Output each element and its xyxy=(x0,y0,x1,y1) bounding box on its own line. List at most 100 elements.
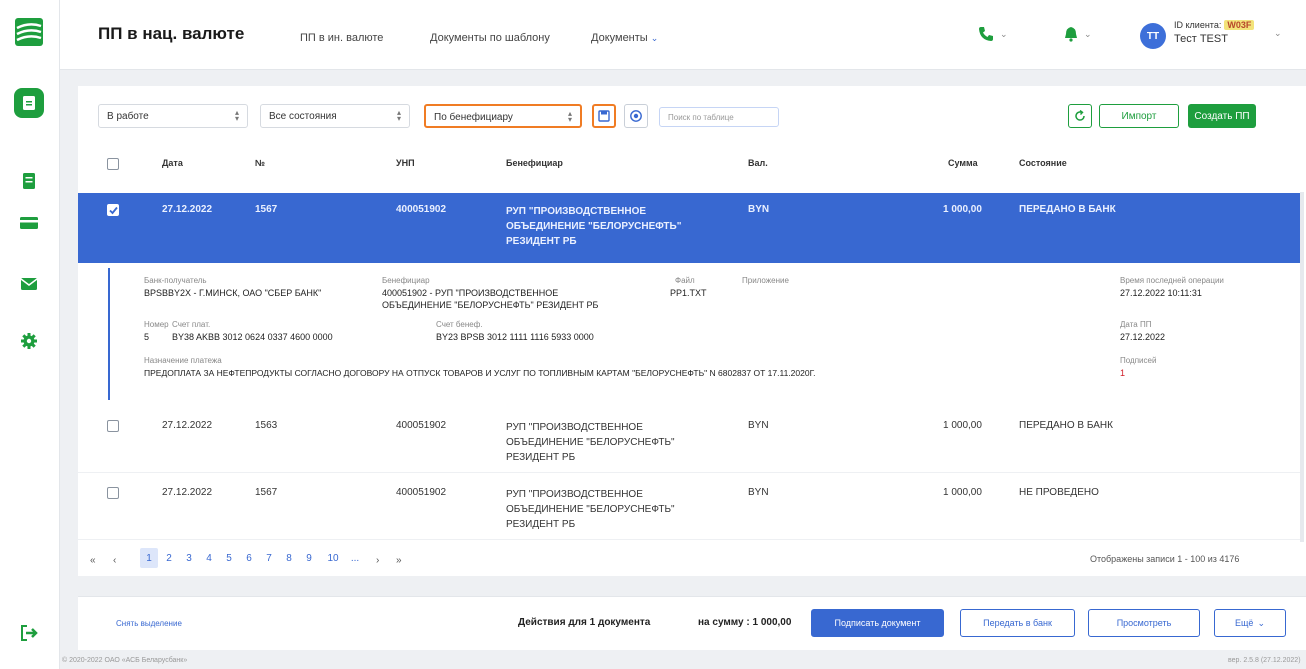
row-unp: 400051902 xyxy=(396,487,447,498)
records-shown: Отображены записи 1 - 100 из 4176 xyxy=(1090,554,1240,564)
more-button[interactable]: Ещё ⌄ xyxy=(1214,609,1286,637)
col-number[interactable]: № xyxy=(255,158,265,168)
page-ellipsis[interactable]: ... xyxy=(346,548,364,568)
detail-bank-label: Банк-получатель xyxy=(144,276,207,285)
table-scrollbar[interactable] xyxy=(1300,192,1304,542)
refresh-button[interactable] xyxy=(1068,104,1092,128)
chevron-down-icon: ⌄ xyxy=(1000,28,1008,39)
detail-benef-value-1: 400051902 - РУП "ПРОИЗВОДСТВЕННОЕ xyxy=(382,288,559,298)
notifications-menu[interactable]: ⌄ xyxy=(1064,26,1092,42)
row-checkbox[interactable] xyxy=(107,420,119,432)
mail-nav-icon[interactable] xyxy=(18,273,40,295)
col-state[interactable]: Состояние xyxy=(1019,158,1067,168)
page-link[interactable]: 5 xyxy=(220,548,238,568)
col-unp[interactable]: УНП xyxy=(396,158,415,168)
row-state: ПЕРЕДАНО В БАНК xyxy=(1019,420,1113,431)
nav-documents[interactable]: Документы ⌄ xyxy=(591,32,658,44)
beneficiary-line: ОБЪЕДИНЕНИЕ "БЕЛОРУСНЕФТЬ" xyxy=(506,437,675,448)
page-link[interactable]: 2 xyxy=(160,548,178,568)
group-by-select[interactable]: По бенефициару ▴ ▾ xyxy=(424,104,582,128)
detail-payer-acc-value: BY38 AKBB 3012 0624 0337 4600 0000 xyxy=(172,332,333,342)
chevron-down-icon[interactable]: ⌄ xyxy=(1274,28,1282,39)
col-currency[interactable]: Вал. xyxy=(748,158,768,168)
next-page-icon[interactable]: › xyxy=(376,555,379,566)
updown-arrows-icon: ▴ ▾ xyxy=(396,108,401,123)
phone-menu[interactable]: ⌄ xyxy=(978,26,1008,42)
table-row[interactable]: 27.12.2022 1567 400051902 РУП "ПРОИЗВОДС… xyxy=(78,476,1300,540)
first-page-icon[interactable]: « xyxy=(90,555,96,566)
table-row-selected[interactable]: 27.12.2022 1567 400051902 РУП "ПРОИЗВОДС… xyxy=(78,193,1300,263)
send-to-bank-button[interactable]: Передать в банк xyxy=(960,609,1075,637)
save-icon xyxy=(598,110,610,122)
row-date: 27.12.2022 xyxy=(162,204,213,215)
save-view-button[interactable] xyxy=(592,104,616,128)
phone-icon xyxy=(979,27,993,41)
page-link[interactable]: 4 xyxy=(200,548,218,568)
documents-nav-icon[interactable] xyxy=(14,88,44,118)
detail-signatures-label: Подписей xyxy=(1120,356,1157,365)
detail-purpose-label: Назначение платежа xyxy=(144,356,222,365)
row-number: 1567 xyxy=(255,204,278,215)
page-link[interactable]: 10 xyxy=(322,548,344,568)
row-number: 1563 xyxy=(255,420,278,431)
beneficiary-line: РЕЗИДЕНТ РБ xyxy=(506,519,576,530)
unselect-link[interactable]: Снять выделение xyxy=(116,619,182,628)
detail-bank-value: BPSBBY2X - Г.МИНСК, ОАО "СБЕР БАНК" xyxy=(144,288,322,298)
sign-document-button[interactable]: Подписать документ xyxy=(811,609,944,637)
row-checkbox-checked[interactable] xyxy=(107,204,119,216)
page-link[interactable]: 9 xyxy=(300,548,318,568)
page-link[interactable]: 8 xyxy=(280,548,298,568)
row-beneficiary: РУП "ПРОИЗВОДСТВЕННОЕ ОБЪЕДИНЕНИЕ "БЕЛОР… xyxy=(506,204,726,249)
client-id-label: ID клиента: xyxy=(1174,20,1222,30)
documents-panel: В работе ▴ ▾ Все состояния ▴ ▾ По бенефици… xyxy=(78,86,1306,576)
page-link[interactable]: 7 xyxy=(260,548,278,568)
prev-page-icon[interactable]: ‹ xyxy=(113,555,116,566)
statement-nav-icon[interactable] xyxy=(18,170,40,192)
detail-benef-acc-value: BY23 BPSB 3012 1111 1116 5933 0000 xyxy=(436,332,594,342)
top-header: ПП в нац. валюте ПП в ин. валюте Докумен… xyxy=(60,0,1306,70)
col-date[interactable]: Дата xyxy=(162,158,183,168)
detail-signatures-value[interactable]: 1 xyxy=(1120,367,1125,379)
nav-foreign-currency[interactable]: ПП в ин. валюте xyxy=(300,32,383,44)
row-sum: 1 000,00 xyxy=(943,204,982,215)
document-detail-panel: Банк-получатель BPSBBY2X - Г.МИНСК, ОАО … xyxy=(108,268,1298,400)
logout-icon[interactable] xyxy=(18,622,40,644)
col-sum[interactable]: Сумма xyxy=(948,158,978,168)
row-date: 27.12.2022 xyxy=(162,487,213,498)
create-pp-button[interactable]: Создать ПП xyxy=(1188,104,1256,128)
last-page-icon[interactable]: » xyxy=(396,555,402,566)
client-info[interactable]: ID клиента: W03F Тест TEST xyxy=(1174,20,1255,45)
page-link[interactable]: 3 xyxy=(180,548,198,568)
row-currency: BYN xyxy=(748,487,769,498)
cards-nav-icon[interactable] xyxy=(18,212,40,234)
avatar[interactable]: TT xyxy=(1140,23,1166,49)
nav-templates[interactable]: Документы по шаблону xyxy=(430,32,550,44)
page-link[interactable]: 6 xyxy=(240,548,258,568)
detail-benef-value-2: ОБЪЕДИНЕНИЕ "БЕЛОРУСНЕФТЬ" РЕЗИДЕНТ РБ xyxy=(382,300,599,310)
view-button[interactable]: Просмотреть xyxy=(1088,609,1200,637)
row-beneficiary: РУП "ПРОИЗВОДСТВЕННОЕ ОБЪЕДИНЕНИЕ "БЕЛОР… xyxy=(506,487,726,532)
beneficiary-line: РУП "ПРОИЗВОДСТВЕННОЕ xyxy=(506,206,647,217)
row-checkbox[interactable] xyxy=(107,487,119,499)
select-all-checkbox[interactable] xyxy=(107,158,119,170)
copyright: © 2020-2022 ОАО «АСБ Беларусбанк» xyxy=(62,657,188,664)
group-by-value: По бенефициару xyxy=(434,112,513,123)
table-row[interactable]: 27.12.2022 1563 400051902 РУП "ПРОИЗВОДС… xyxy=(78,409,1300,473)
detail-file-value: PP1.TXT xyxy=(670,288,707,298)
bank-logo-icon[interactable] xyxy=(15,18,43,46)
settings-gear-icon[interactable] xyxy=(18,330,40,352)
row-sum: 1 000,00 xyxy=(943,420,982,431)
page-link[interactable]: 1 xyxy=(140,548,158,568)
eye-icon xyxy=(630,110,642,122)
chevron-down-icon: ⌄ xyxy=(650,33,659,43)
detail-last-op-value: 27.12.2022 10:11:31 xyxy=(1120,288,1202,298)
state-filter-select[interactable]: Все состояния ▴ ▾ xyxy=(260,104,410,128)
view-settings-button[interactable] xyxy=(624,104,648,128)
col-beneficiary[interactable]: Бенефициар xyxy=(506,158,563,168)
detail-benef-acc-label: Счет бенеф. xyxy=(436,320,483,329)
selected-sum: на сумму : 1 000,00 xyxy=(698,617,792,628)
work-filter-select[interactable]: В работе ▴ ▾ xyxy=(98,104,248,128)
detail-pp-date-value: 27.12.2022 xyxy=(1120,332,1166,342)
table-search-input[interactable]: Поиск по таблице xyxy=(659,107,779,127)
import-button[interactable]: Импорт xyxy=(1099,104,1179,128)
